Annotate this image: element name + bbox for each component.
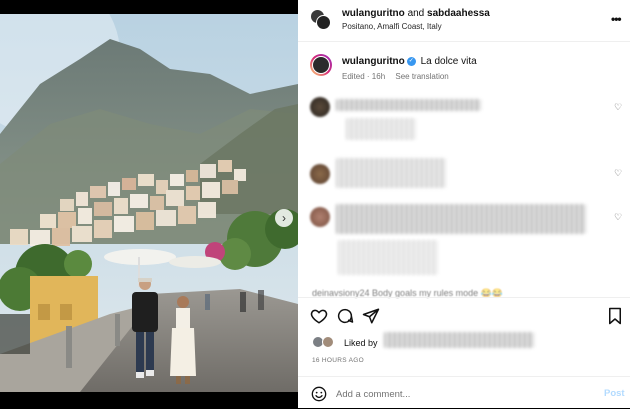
comment-icon[interactable] — [336, 307, 354, 325]
blurred-comment — [336, 204, 586, 234]
see-translation-link[interactable]: See translation — [395, 72, 448, 81]
location-link[interactable]: Positano, Amalfi Coast, Italy — [342, 22, 442, 31]
bookmark-icon[interactable] — [606, 307, 624, 325]
chevron-right-icon: › — [282, 211, 286, 225]
caption-text: La dolce vita — [420, 56, 477, 67]
collab-usernames: wulanguritno and sabdaahessa — [342, 8, 490, 19]
comment-avatar[interactable] — [310, 97, 330, 117]
collab-avatars[interactable] — [310, 9, 332, 31]
caption-avatar[interactable] — [310, 54, 332, 76]
add-comment-input[interactable] — [336, 386, 586, 402]
comment-like-heart-icon[interactable]: ♡ — [614, 168, 622, 179]
blurred-comment — [338, 240, 438, 275]
blurred-comment — [336, 158, 446, 188]
post-comment-button[interactable]: Post — [604, 388, 625, 399]
comment-avatar[interactable] — [310, 164, 330, 184]
comment-like-heart-icon[interactable]: ♡ — [614, 212, 622, 223]
collab-joiner: and — [407, 8, 425, 19]
caption-username[interactable]: wulanguritno — [342, 56, 405, 67]
add-comment-row: Post — [298, 376, 630, 409]
post-header: wulanguritno and sabdaahessa Positano, A… — [298, 0, 630, 42]
post-photo[interactable]: › — [0, 14, 298, 392]
positano-photo — [0, 14, 298, 392]
avatar — [316, 15, 331, 30]
caption: wulanguritno ✓ La dolce vita — [342, 56, 477, 67]
heart-icon[interactable] — [310, 307, 328, 325]
comment-avatar[interactable] — [310, 207, 330, 227]
next-photo-button[interactable]: › — [275, 209, 293, 227]
more-options-button[interactable]: ••• — [611, 12, 622, 26]
caption-meta: Edited · 16h See translation — [342, 72, 449, 81]
post-timestamp[interactable]: 16 HOURS AGO — [312, 357, 364, 364]
share-icon[interactable] — [362, 307, 380, 325]
blurred-comment — [336, 99, 481, 111]
blurred-likers — [384, 332, 534, 348]
verified-badge-icon: ✓ — [406, 56, 416, 66]
post-details-panel: wulanguritno and sabdaahessa Positano, A… — [298, 0, 630, 408]
username-link[interactable]: wulanguritno — [342, 8, 405, 19]
blurred-comment — [346, 118, 416, 140]
liked-by-label: Liked by — [344, 338, 378, 348]
emoji-icon[interactable] — [311, 386, 327, 402]
more-icon: ••• — [611, 12, 622, 26]
post-actions: Liked by 16 HOURS AGO Post — [298, 297, 630, 408]
username-link[interactable]: sabdaahessa — [427, 8, 490, 19]
comment-like-heart-icon[interactable]: ♡ — [614, 102, 622, 113]
liker-avatar[interactable] — [322, 336, 334, 348]
edited-time: Edited · 16h — [342, 72, 386, 81]
instagram-post-modal: › wulanguritno and sabdaahessa Positano,… — [0, 0, 630, 408]
